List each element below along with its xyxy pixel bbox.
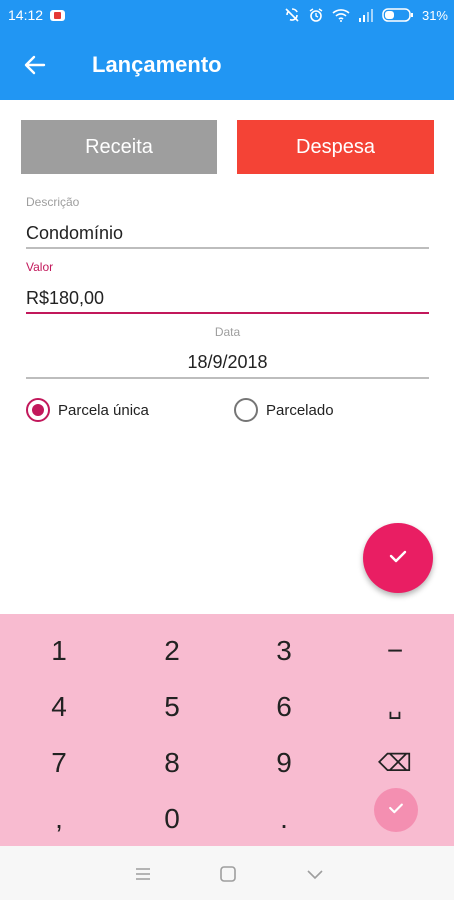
key-2[interactable]: 2 bbox=[132, 626, 212, 676]
key-period[interactable]: . bbox=[244, 794, 324, 844]
home-nav-icon[interactable] bbox=[218, 864, 238, 884]
save-fab-button[interactable] bbox=[363, 523, 433, 593]
descricao-underline bbox=[26, 247, 429, 249]
check-icon bbox=[386, 798, 406, 823]
data-underline bbox=[26, 377, 429, 379]
radio-parcela-unica-label: Parcela única bbox=[58, 401, 149, 419]
radio-parcelado[interactable]: Parcelado bbox=[234, 398, 334, 422]
valor-underline bbox=[26, 312, 429, 314]
key-6[interactable]: 6 bbox=[244, 682, 324, 732]
descricao-field[interactable]: Condomínio bbox=[26, 223, 123, 244]
key-8[interactable]: 8 bbox=[132, 738, 212, 788]
app-bar: Lançamento bbox=[0, 30, 454, 100]
key-9[interactable]: 9 bbox=[244, 738, 324, 788]
battery-percent: 31% bbox=[421, 7, 448, 23]
descricao-label: Descrição bbox=[26, 195, 80, 209]
status-time: 14:12 bbox=[8, 7, 44, 23]
key-space[interactable]: ␣ bbox=[355, 682, 435, 732]
status-bar: 14:12 31% bbox=[0, 0, 454, 30]
youtube-notification-icon bbox=[50, 10, 65, 21]
valor-field[interactable]: R$180,00 bbox=[26, 288, 104, 309]
radio-unchecked-icon bbox=[234, 398, 258, 422]
battery-icon bbox=[382, 8, 414, 22]
data-label: Data bbox=[214, 325, 241, 339]
receita-button[interactable]: Receita bbox=[21, 120, 217, 174]
key-7[interactable]: 7 bbox=[19, 738, 99, 788]
key-0[interactable]: 0 bbox=[132, 794, 212, 844]
radio-checked-icon bbox=[26, 398, 50, 422]
system-nav-bar bbox=[0, 846, 454, 900]
signal-icon bbox=[358, 8, 374, 22]
alarm-icon bbox=[308, 7, 324, 23]
back-arrow-icon[interactable] bbox=[22, 52, 48, 78]
radio-parcela-unica[interactable]: Parcela única bbox=[26, 398, 149, 422]
valor-label: Valor bbox=[26, 260, 54, 274]
despesa-button[interactable]: Despesa bbox=[237, 120, 434, 174]
sync-off-icon bbox=[284, 7, 300, 23]
key-3[interactable]: 3 bbox=[244, 626, 324, 676]
key-4[interactable]: 4 bbox=[19, 682, 99, 732]
wifi-icon bbox=[332, 8, 350, 22]
keypad-done-button[interactable] bbox=[374, 788, 418, 832]
key-minus[interactable]: − bbox=[355, 626, 435, 676]
key-comma[interactable]: , bbox=[19, 794, 99, 844]
key-1[interactable]: 1 bbox=[19, 626, 99, 676]
data-field[interactable]: 18/9/2018 bbox=[26, 352, 429, 373]
radio-parcelado-label: Parcelado bbox=[266, 401, 334, 419]
status-icons: 31% bbox=[284, 6, 448, 24]
menu-nav-icon[interactable] bbox=[133, 864, 153, 884]
check-icon bbox=[386, 544, 410, 573]
key-5[interactable]: 5 bbox=[132, 682, 212, 732]
page-title: Lançamento bbox=[92, 52, 222, 77]
back-nav-icon[interactable] bbox=[305, 864, 325, 884]
key-backspace[interactable]: ⌫ bbox=[355, 738, 435, 788]
